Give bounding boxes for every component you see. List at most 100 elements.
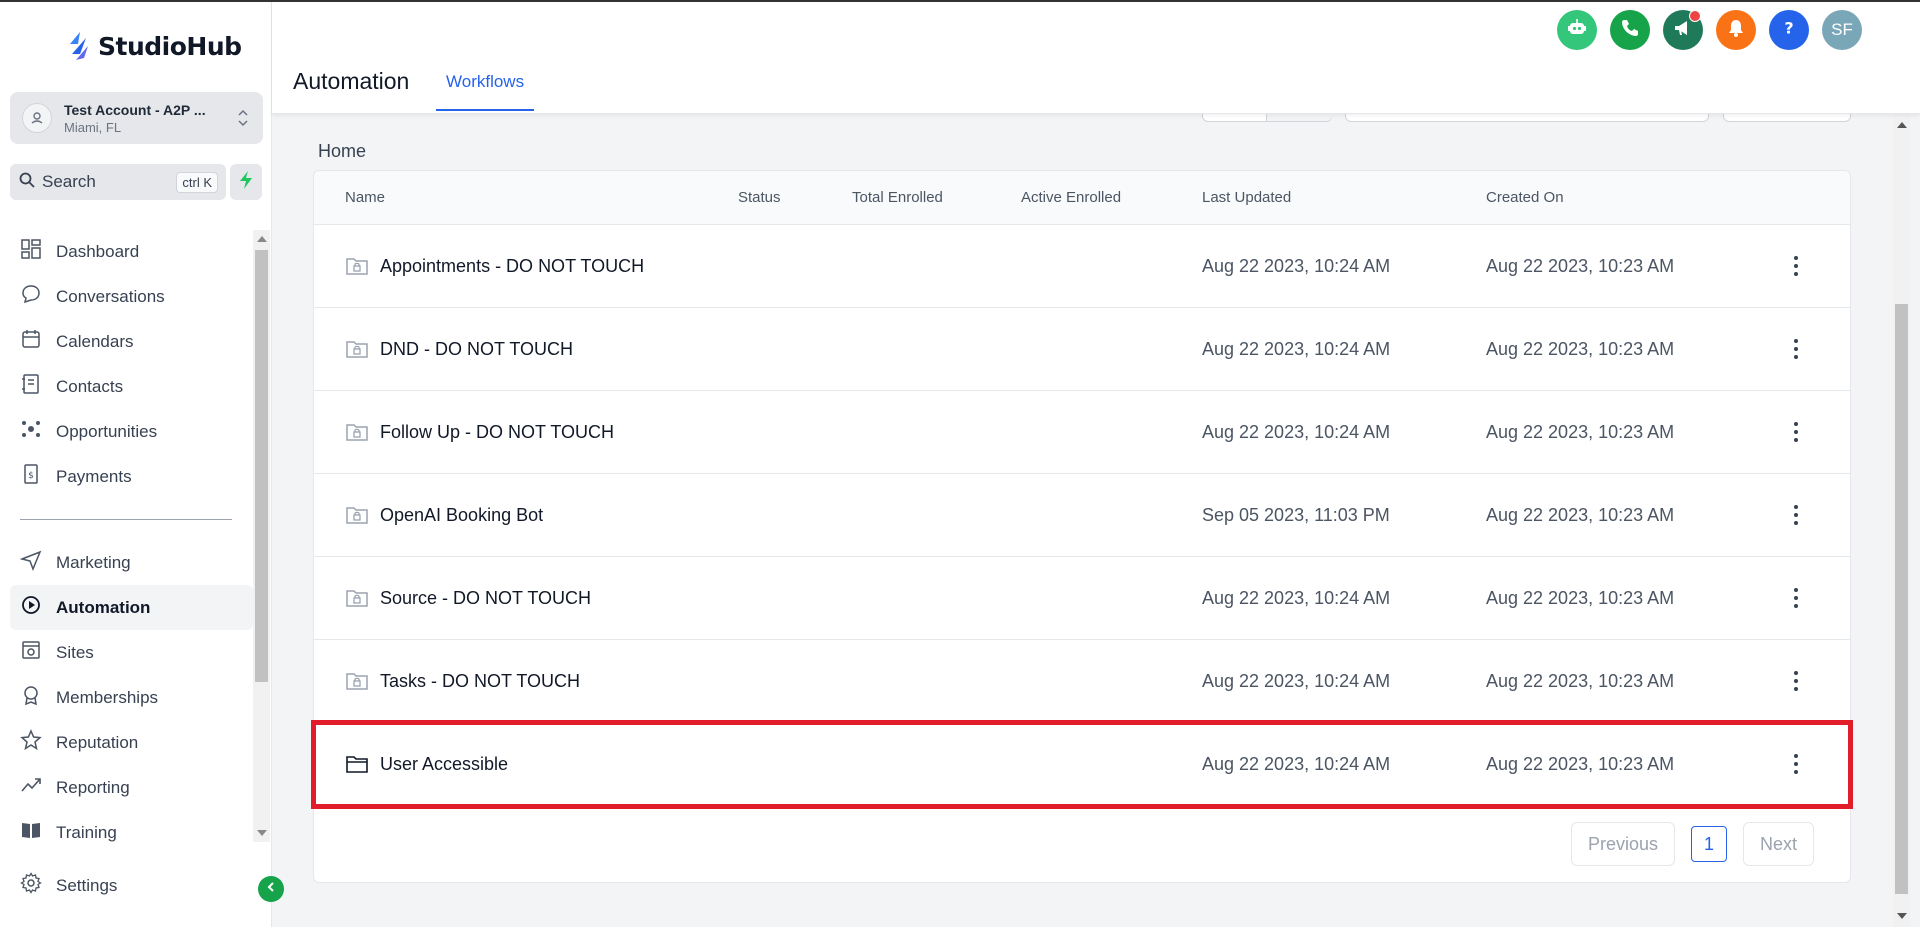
view-toggle-partial[interactable] bbox=[1202, 102, 1332, 124]
user-avatar[interactable]: SF bbox=[1822, 10, 1862, 50]
sidebar-item-memberships[interactable]: Memberships bbox=[10, 675, 253, 720]
account-name: Test Account - A2P ... bbox=[64, 101, 206, 118]
row-last-updated: Aug 22 2023, 10:24 AM bbox=[1202, 339, 1391, 359]
automation-icon bbox=[20, 594, 42, 621]
sidebar-item-opportunities[interactable]: Opportunities bbox=[10, 409, 253, 454]
column-name[interactable]: Name bbox=[345, 189, 385, 206]
sidebar-item-calendars[interactable]: Calendars bbox=[10, 319, 253, 364]
sidebar-item-conversations[interactable]: Conversations bbox=[10, 274, 253, 319]
table-row[interactable]: OpenAI Booking Bot Sep 05 2023, 11:03 PM… bbox=[314, 474, 1850, 557]
logo-icon bbox=[66, 30, 92, 62]
row-name[interactable]: Tasks - DO NOT TOUCH bbox=[380, 671, 580, 692]
row-name[interactable]: OpenAI Booking Bot bbox=[380, 505, 543, 526]
chevron-left-icon bbox=[265, 880, 277, 898]
account-switcher[interactable]: Test Account - A2P ... Miami, FL bbox=[10, 92, 263, 144]
main-scroll-thumb[interactable] bbox=[1895, 304, 1908, 894]
search-button[interactable]: Search ctrl K bbox=[10, 164, 226, 200]
header-actions: ? SF bbox=[1557, 10, 1862, 50]
main-scrollbar[interactable] bbox=[1893, 114, 1910, 927]
locked-folder-icon bbox=[345, 421, 369, 443]
scroll-up-icon[interactable] bbox=[1897, 122, 1907, 128]
sidebar-item-sites[interactable]: Sites bbox=[10, 630, 253, 675]
table-row-highlighted[interactable]: User Accessible Aug 22 2023, 10:24 AM Au… bbox=[311, 720, 1853, 809]
dashboard-icon bbox=[20, 238, 42, 265]
quick-actions-button[interactable] bbox=[230, 164, 262, 200]
ai-assistant-button[interactable] bbox=[1557, 10, 1597, 50]
row-created-on: Aug 22 2023, 10:23 AM bbox=[1486, 754, 1675, 774]
create-button-partial[interactable] bbox=[1723, 102, 1851, 124]
table-row[interactable]: Follow Up - DO NOT TOUCH Aug 22 2023, 10… bbox=[314, 391, 1850, 474]
notifications-button[interactable] bbox=[1716, 10, 1756, 50]
table-row[interactable]: Source - DO NOT TOUCH Aug 22 2023, 10:24… bbox=[314, 557, 1850, 640]
sidebar-item-marketing[interactable]: Marketing bbox=[10, 540, 253, 585]
column-status[interactable]: Status bbox=[738, 189, 781, 206]
sidebar-item-label: Opportunities bbox=[56, 421, 158, 441]
sidebar-nav: Dashboard Conversations Calendars Contac… bbox=[10, 229, 253, 855]
row-name[interactable]: DND - DO NOT TOUCH bbox=[380, 339, 573, 360]
sidebar-scrollbar[interactable] bbox=[253, 230, 270, 842]
sidebar-item-reputation[interactable]: Reputation bbox=[10, 720, 253, 765]
sidebar-item-automation[interactable]: Automation bbox=[10, 585, 253, 630]
scroll-down-icon[interactable] bbox=[1897, 913, 1907, 919]
chat-icon bbox=[20, 283, 42, 310]
collapse-sidebar-button[interactable] bbox=[258, 876, 284, 902]
svg-text:?: ? bbox=[1784, 18, 1793, 37]
more-options-icon[interactable] bbox=[1786, 666, 1806, 696]
sidebar-item-label: Settings bbox=[56, 875, 118, 895]
sidebar-item-contacts[interactable]: Contacts bbox=[10, 364, 253, 409]
tab-workflows[interactable]: Workflows bbox=[436, 62, 535, 111]
row-created-on: Aug 22 2023, 10:23 AM bbox=[1486, 339, 1675, 359]
search-workflows-partial[interactable] bbox=[1345, 102, 1709, 124]
more-options-icon[interactable] bbox=[1786, 251, 1806, 281]
row-created-on: Aug 22 2023, 10:23 AM bbox=[1486, 588, 1675, 608]
send-icon bbox=[19, 549, 42, 576]
sidebar-item-label: Dashboard bbox=[56, 241, 140, 261]
search-icon bbox=[18, 171, 36, 194]
row-name[interactable]: Source - DO NOT TOUCH bbox=[380, 588, 591, 609]
more-options-icon[interactable] bbox=[1786, 583, 1806, 613]
page-number-button[interactable]: 1 bbox=[1690, 826, 1727, 862]
row-last-updated: Aug 22 2023, 10:24 AM bbox=[1202, 588, 1391, 608]
sidebar-scroll-thumb[interactable] bbox=[255, 250, 268, 682]
more-options-icon[interactable] bbox=[1786, 334, 1806, 364]
more-options-icon[interactable] bbox=[1786, 417, 1806, 447]
sidebar-item-training[interactable]: Training bbox=[10, 810, 253, 855]
row-name[interactable]: Follow Up - DO NOT TOUCH bbox=[380, 422, 614, 443]
sidebar-item-dashboard[interactable]: Dashboard bbox=[10, 229, 253, 274]
phone-button[interactable] bbox=[1610, 10, 1650, 50]
notification-dot bbox=[1689, 10, 1701, 22]
scroll-down-icon[interactable] bbox=[257, 830, 267, 836]
table-row[interactable]: Tasks - DO NOT TOUCH Aug 22 2023, 10:24 … bbox=[314, 640, 1850, 723]
row-name[interactable]: Appointments - DO NOT TOUCH bbox=[380, 256, 644, 277]
table-header: Name Status Total Enrolled Active Enroll… bbox=[314, 171, 1850, 225]
sidebar-item-label: Sites bbox=[56, 642, 94, 662]
column-last-updated[interactable]: Last Updated bbox=[1202, 189, 1291, 206]
sidebar-item-label: Memberships bbox=[56, 687, 159, 707]
breadcrumb[interactable]: Home bbox=[318, 141, 366, 162]
column-active-enrolled[interactable]: Active Enrolled bbox=[1021, 189, 1121, 206]
sidebar-item-label: Calendars bbox=[56, 331, 134, 351]
next-page-button[interactable]: Next bbox=[1742, 822, 1814, 866]
table-row[interactable]: Appointments - DO NOT TOUCH Aug 22 2023,… bbox=[314, 225, 1850, 308]
opportunities-icon bbox=[20, 418, 42, 445]
sidebar-item-settings[interactable]: Settings bbox=[20, 872, 117, 899]
help-button[interactable]: ? bbox=[1769, 10, 1809, 50]
brand-logo[interactable]: StudioHub bbox=[66, 28, 242, 64]
previous-page-button[interactable]: Previous bbox=[1570, 822, 1675, 866]
locked-folder-icon bbox=[345, 504, 369, 526]
folder-icon bbox=[345, 753, 369, 775]
table-row[interactable]: DND - DO NOT TOUCH Aug 22 2023, 10:24 AM… bbox=[314, 308, 1850, 391]
scroll-up-icon[interactable] bbox=[257, 236, 267, 242]
announcements-button[interactable] bbox=[1663, 10, 1703, 50]
robot-icon bbox=[1566, 17, 1588, 44]
column-total-enrolled[interactable]: Total Enrolled bbox=[852, 189, 943, 206]
contacts-icon bbox=[20, 373, 42, 400]
sidebar-item-reporting[interactable]: Reporting bbox=[10, 765, 253, 810]
column-created-on[interactable]: Created On bbox=[1486, 189, 1564, 206]
page-title: Automation bbox=[293, 68, 410, 94]
more-options-icon[interactable] bbox=[1786, 500, 1806, 530]
sidebar-item-payments[interactable]: $ Payments bbox=[10, 454, 253, 499]
more-options-icon[interactable] bbox=[1786, 749, 1806, 779]
row-name[interactable]: User Accessible bbox=[380, 754, 508, 775]
row-last-updated: Aug 22 2023, 10:24 AM bbox=[1202, 754, 1391, 774]
